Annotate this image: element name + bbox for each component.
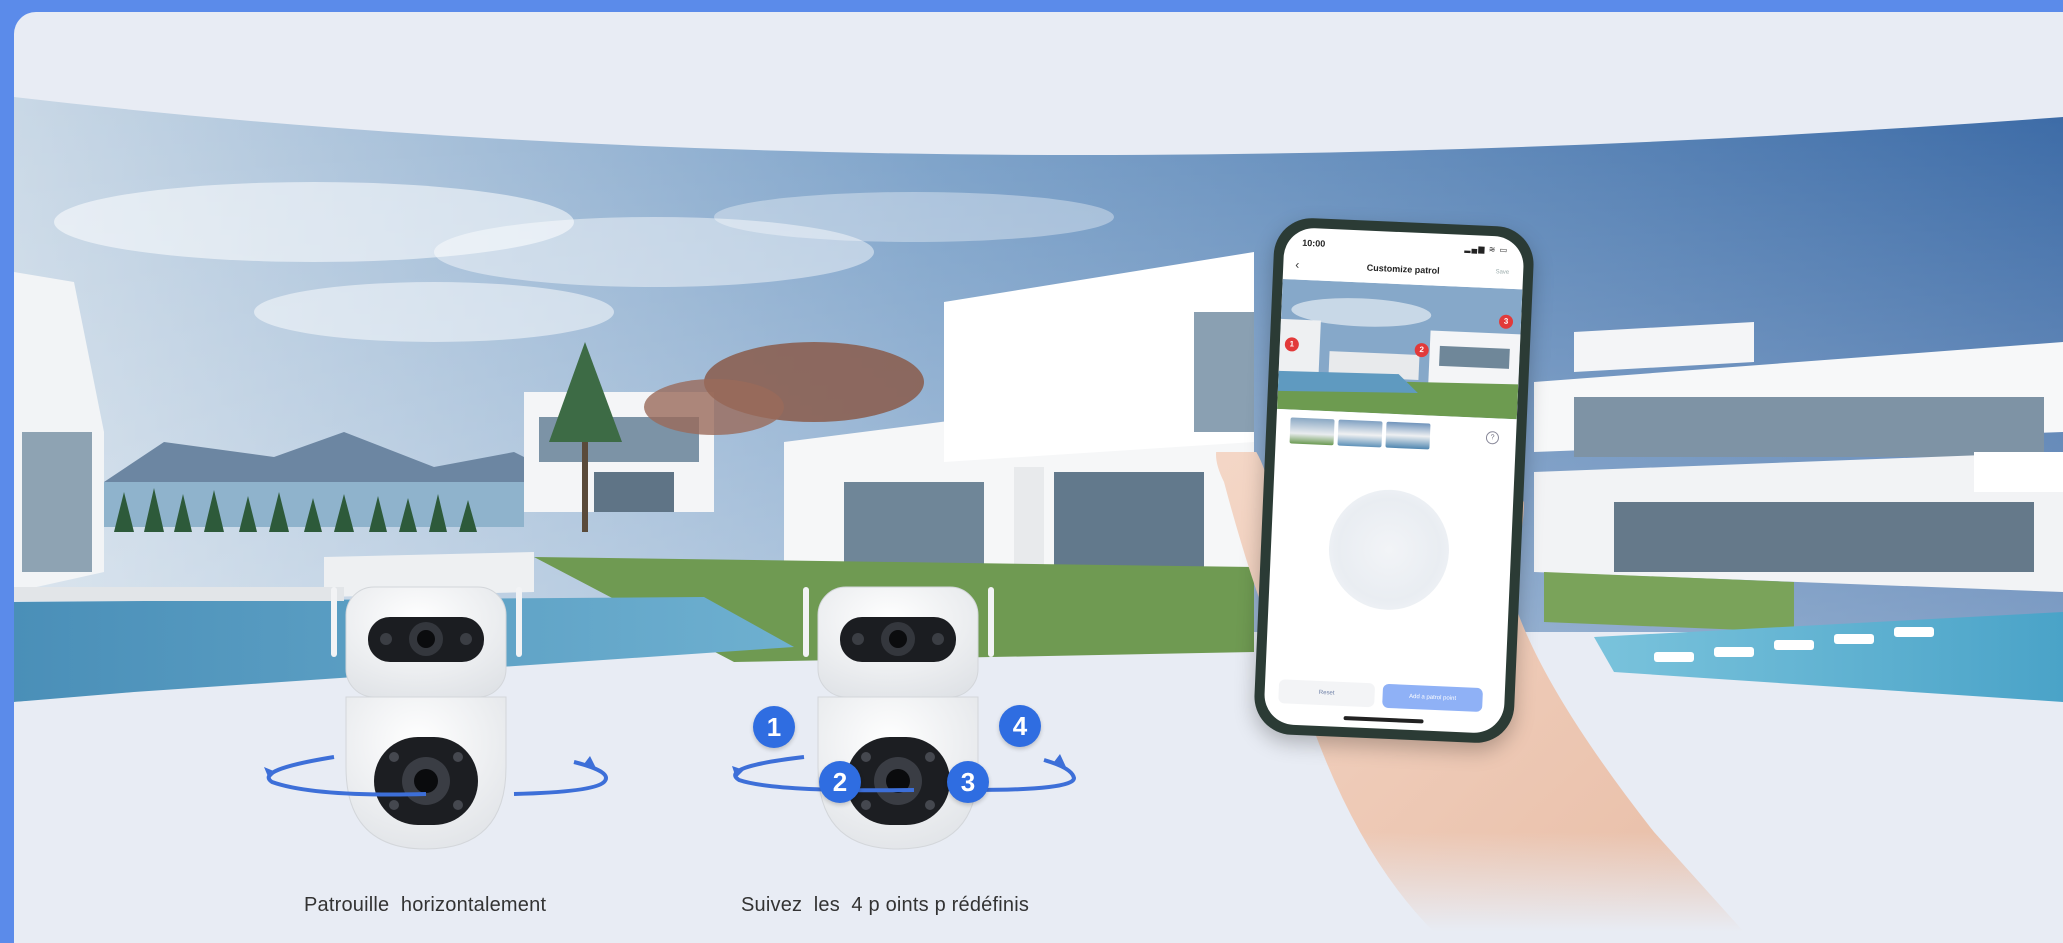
patrol-point-2-badge: 2 — [819, 761, 861, 803]
status-time: 10:00 — [1302, 237, 1326, 249]
patrol-thumbnail[interactable] — [1337, 419, 1383, 448]
camera-four-points: ⊟ ezviz — [803, 586, 994, 850]
blue-frame: ⊟ ezviz ⊟ — [0, 0, 2063, 943]
patrol-thumbnail[interactable] — [1385, 421, 1431, 450]
screen-title: Customize patrol — [1366, 262, 1440, 276]
ptz-joystick[interactable] — [1326, 487, 1452, 613]
patrol-point-4-badge: 4 — [999, 705, 1041, 747]
patrol-point-1-badge: 1 — [753, 706, 795, 748]
content-card: ⊟ ezviz ⊟ — [14, 12, 2063, 943]
phone: 10:00 ▂▄▆ ≋ ▭ ‹ Customize patrol Save 1 … — [1252, 216, 1536, 745]
caption-horizontal: Patrouille horizontalement — [304, 894, 547, 916]
home-indicator — [1343, 716, 1424, 724]
villa-scene: ⊟ ezviz ⊟ — [14, 97, 2063, 943]
caption-four-points: Suivez les 4 p oints p rédéfinis — [741, 894, 1030, 916]
patrol-point-3-badge: 3 — [947, 761, 989, 803]
help-icon[interactable]: ? — [1485, 430, 1500, 445]
phone-screen: 10:00 ▂▄▆ ≋ ▭ ‹ Customize patrol Save 1 … — [1263, 227, 1525, 734]
save-link[interactable]: Save — [1495, 269, 1509, 276]
camera-horizontal: ⊟ ezviz — [331, 586, 522, 850]
add-patrol-point-button[interactable]: Add a patrol point — [1382, 683, 1484, 713]
live-preview — [1277, 278, 1523, 420]
status-icons: ▂▄▆ ≋ ▭ — [1464, 243, 1509, 255]
patrol-thumbnail[interactable] — [1289, 417, 1335, 446]
reset-button[interactable]: Reset — [1278, 679, 1376, 708]
